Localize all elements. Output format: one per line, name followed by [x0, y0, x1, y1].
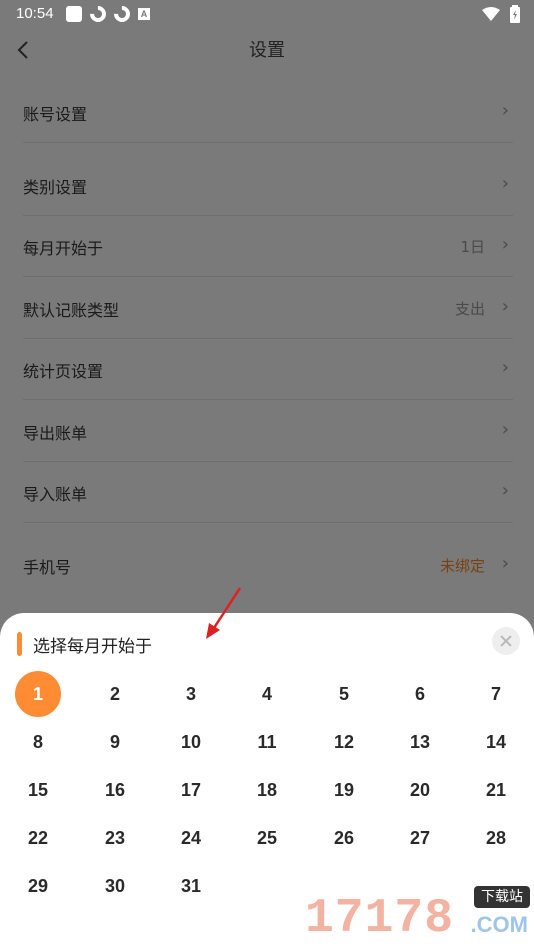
day-option-4[interactable]: 4 [244, 671, 290, 717]
day-option-15[interactable]: 15 [15, 767, 61, 813]
settings-row-phone[interactable]: 手机号 未绑定 › [23, 536, 513, 596]
sheet-accent-bar [17, 632, 22, 656]
day-option-9[interactable]: 9 [92, 719, 138, 765]
day-option-17[interactable]: 17 [168, 767, 214, 813]
settings-row-label: 统计页设置 [23, 362, 104, 381]
day-option-18[interactable]: 18 [244, 767, 290, 813]
settings-row-label: 手机号 [23, 558, 72, 577]
day-option-5[interactable]: 5 [321, 671, 367, 717]
chevron-right-icon: › [501, 296, 509, 317]
chevron-right-icon: › [501, 234, 509, 255]
day-option-1[interactable]: 1 [15, 671, 61, 717]
day-option-7[interactable]: 7 [473, 671, 519, 717]
day-option-24[interactable]: 24 [168, 815, 214, 861]
day-option-19[interactable]: 19 [321, 767, 367, 813]
settings-row-label: 账号设置 [23, 105, 88, 124]
day-option-11[interactable]: 11 [244, 719, 290, 765]
watermark-domain: .COM [470, 912, 528, 937]
day-option-12[interactable]: 12 [321, 719, 367, 765]
status-notification-icons: A [66, 2, 150, 26]
day-option-8[interactable]: 8 [15, 719, 61, 765]
top-app-bar: 设置 [0, 28, 534, 72]
watermark-badge: 下载站 [474, 886, 530, 908]
notification-square-icon [66, 6, 82, 22]
chevron-right-icon: › [501, 100, 509, 121]
notification-ring-icon [86, 2, 110, 26]
chevron-right-icon: › [501, 419, 509, 440]
day-option-10[interactable]: 10 [168, 719, 214, 765]
day-option-2[interactable]: 2 [92, 671, 138, 717]
day-option-6[interactable]: 6 [397, 671, 443, 717]
settings-row-value: 1日 [460, 238, 485, 256]
day-option-23[interactable]: 23 [92, 815, 138, 861]
chevron-right-icon: › [501, 553, 509, 574]
day-option-25[interactable]: 25 [244, 815, 290, 861]
wifi-icon [482, 7, 500, 21]
settings-row-value: 支出 [454, 300, 485, 318]
day-option-28[interactable]: 28 [473, 815, 519, 861]
settings-row-import[interactable]: 导入账单 › [23, 463, 513, 523]
settings-row-label: 每月开始于 [23, 239, 104, 258]
settings-row-month-start[interactable]: 每月开始于 1日 › [23, 217, 513, 277]
chevron-right-icon: › [501, 173, 509, 194]
watermark-logo: 17178 下载站 .COM [305, 886, 530, 946]
settings-row-label: 导出账单 [23, 424, 88, 443]
close-icon[interactable] [492, 627, 520, 655]
day-option-21[interactable]: 21 [473, 767, 519, 813]
page-title: 设置 [249, 40, 285, 61]
day-option-29[interactable]: 29 [15, 863, 61, 909]
watermark-number: 17178 [305, 892, 455, 946]
day-option-22[interactable]: 22 [15, 815, 61, 861]
settings-row-label: 导入账单 [23, 485, 88, 504]
day-option-14[interactable]: 14 [473, 719, 519, 765]
battery-icon [510, 5, 520, 23]
status-system-icons [482, 5, 520, 23]
sheet-title: 选择每月开始于 [33, 637, 152, 657]
status-time: 10:54 [16, 5, 54, 22]
settings-row-default-type[interactable]: 默认记账类型 支出 › [23, 279, 513, 339]
day-option-27[interactable]: 27 [397, 815, 443, 861]
settings-row-export[interactable]: 导出账单 › [23, 402, 513, 462]
day-option-16[interactable]: 16 [92, 767, 138, 813]
settings-row-category[interactable]: 类别设置 › [23, 156, 513, 216]
settings-row-label: 默认记账类型 [23, 301, 120, 320]
notification-a-icon: A [138, 8, 150, 20]
settings-row-label: 类别设置 [23, 178, 88, 197]
settings-row-account[interactable]: 账号设置 › [23, 83, 513, 143]
day-option-31[interactable]: 31 [168, 863, 214, 909]
settings-row-stats[interactable]: 统计页设置 › [23, 340, 513, 400]
settings-row-value: 未绑定 [439, 557, 485, 575]
day-option-26[interactable]: 26 [321, 815, 367, 861]
day-option-3[interactable]: 3 [168, 671, 214, 717]
status-bar: 10:54 A [0, 0, 534, 28]
chevron-right-icon: › [501, 480, 509, 501]
day-option-20[interactable]: 20 [397, 767, 443, 813]
chevron-right-icon: › [501, 357, 509, 378]
notification-ring-icon-2 [110, 2, 134, 26]
day-option-30[interactable]: 30 [92, 863, 138, 909]
annotation-arrow-icon [206, 587, 242, 639]
day-option-13[interactable]: 13 [397, 719, 443, 765]
